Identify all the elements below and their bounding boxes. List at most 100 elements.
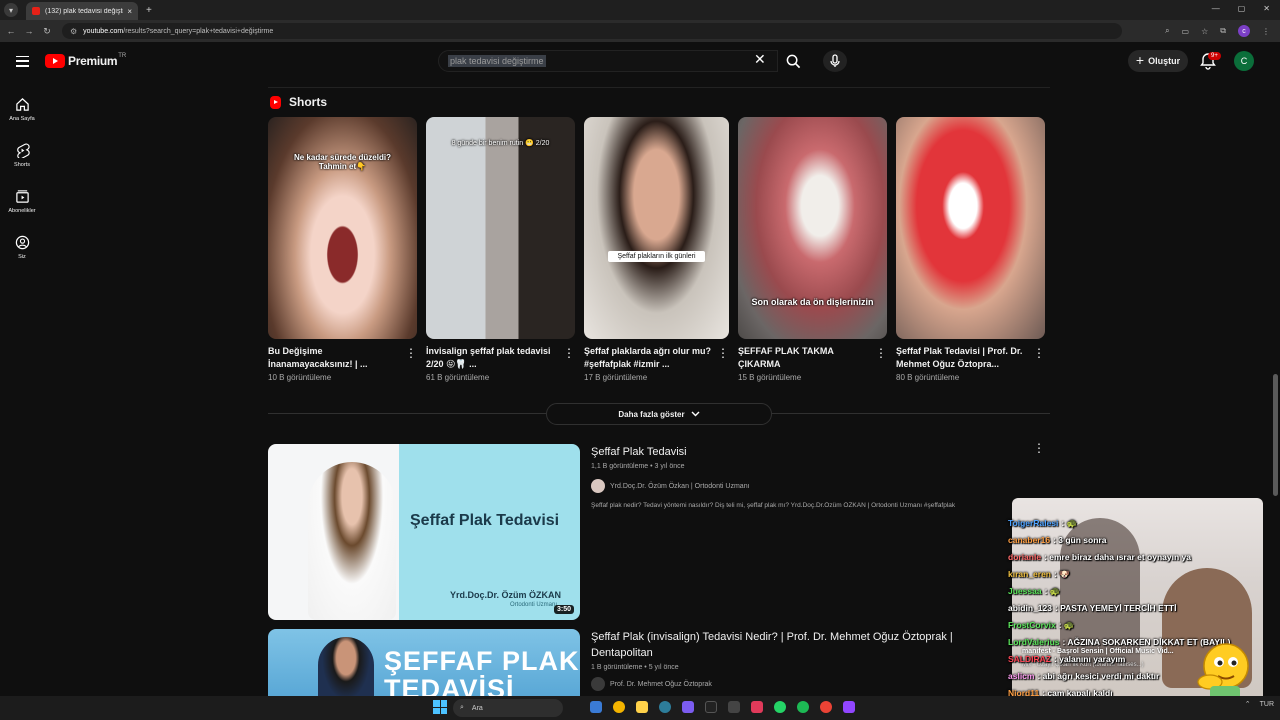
file-explorer-icon[interactable] [636, 701, 648, 713]
app-icon[interactable] [682, 701, 694, 713]
short-thumbnail[interactable]: Şeffaf plakların ilk günleri [584, 117, 729, 339]
maximize-icon[interactable]: ▢ [1238, 4, 1246, 13]
create-button[interactable]: + Oluştur [1128, 50, 1188, 72]
app-icon[interactable] [590, 701, 602, 713]
cast-icon[interactable]: ▭ [1182, 27, 1190, 36]
browser-menu-icon[interactable]: ⋮ [1262, 27, 1270, 36]
channel-name[interactable]: Yrd.Doç.Dr. Özüm Özkan | Ortodonti Uzman… [610, 483, 750, 490]
short-card[interactable]: Ne kadar sürede düzeldi? Tahmin et👇 Bu D… [268, 117, 417, 382]
short-card[interactable]: Şeffaf Plak Tedavisi | Prof. Dr. Mehmet … [896, 117, 1045, 382]
reload-icon[interactable]: ↻ [40, 26, 54, 37]
chat-text: : emre biraz daha ısrar et oynayın ya [1044, 552, 1191, 562]
short-title[interactable]: İnvisalign şeffaf plak tedavisi 2/20 😝🦷 … [426, 345, 554, 371]
search-icon [786, 54, 800, 68]
chat-username[interactable]: canaber16 [1008, 535, 1050, 545]
browser-profile-avatar[interactable]: c [1238, 25, 1250, 37]
show-more-button[interactable]: Daha fazla göster [546, 403, 772, 425]
edge-icon[interactable] [659, 701, 671, 713]
close-window-icon[interactable]: ✕ [1263, 4, 1270, 13]
short-title[interactable]: ŞEFFAF PLAK TAKMA ÇIKARMA [738, 345, 866, 371]
more-options-icon[interactable]: ⋮ [717, 347, 729, 359]
chat-message: Juessaa: 🐢 [1008, 583, 1268, 600]
channel-avatar[interactable] [591, 479, 605, 493]
app-icon[interactable] [843, 701, 855, 713]
spotify-icon[interactable] [797, 701, 809, 713]
extensions-icon[interactable]: ⧉ [1220, 26, 1226, 36]
whatsapp-icon[interactable] [774, 701, 786, 713]
video-meta: 1,1 B görüntüleme • 3 yıl önce [591, 463, 685, 470]
chat-username[interactable]: abidin_123 [1008, 603, 1052, 613]
short-caption: 8 günde bir benim rutin 😬 2/20 [451, 140, 550, 147]
video-title[interactable]: Şeffaf Plak (invisalign) Tedavisi Nedir?… [591, 629, 1011, 661]
tab-search-button[interactable]: ▾ [4, 3, 18, 17]
video-result[interactable]: ŞEFFAF PLAK TEDAVİSİ [268, 629, 580, 696]
page-scrollbar[interactable] [1273, 374, 1278, 496]
video-thumbnail[interactable]: Şeffaf Plak Tedavisi Yrd.Doç.Dr. Özüm ÖZ… [268, 444, 580, 620]
short-title[interactable]: Bu Değişime İnanamayacaksınız! | ... [268, 345, 396, 371]
more-options-icon[interactable]: ⋮ [1033, 442, 1045, 454]
app-icon[interactable] [820, 701, 832, 713]
sidebar-item-shorts[interactable]: Shorts [0, 132, 44, 178]
windows-start-icon[interactable] [433, 700, 447, 714]
sidebar-item-home[interactable]: Ana Sayfa [0, 86, 44, 132]
url-field[interactable]: ⚙ youtube.com /results?search_query=plak… [62, 23, 1122, 39]
chat-username[interactable]: SALDIRAZ [1008, 654, 1051, 664]
system-tray: ⌃ TUR [1245, 700, 1274, 709]
channel-row[interactable]: Prof. Dr. Mehmet Oğuz Öztoprak [591, 677, 1011, 691]
taskbar-search-input[interactable]: ⌕ Ara [453, 699, 563, 717]
short-thumbnail[interactable]: Ne kadar sürede düzeldi? Tahmin et👇 [268, 117, 417, 339]
youtube-premium-logo[interactable]: Premium TR [45, 53, 126, 68]
video-thumbnail[interactable]: ŞEFFAF PLAK TEDAVİSİ [268, 629, 580, 696]
search-input[interactable]: plak tedavisi değiştirme [438, 50, 778, 72]
video-title[interactable]: Şeffaf Plak Tedavisi [591, 444, 1031, 460]
tray-chevron-icon[interactable]: ⌃ [1245, 700, 1251, 708]
short-thumbnail[interactable]: Son olarak da ön dişlerinizin [738, 117, 887, 339]
zoom-icon[interactable]: ⌕ [1165, 26, 1169, 36]
video-result[interactable]: Şeffaf Plak Tedavisi Yrd.Doç.Dr. Özüm ÖZ… [268, 444, 580, 620]
more-options-icon[interactable]: ⋮ [1033, 347, 1045, 359]
chat-username[interactable]: FrostCorvix [1008, 620, 1056, 630]
channel-row[interactable]: Yrd.Doç.Dr. Özüm Özkan | Ortodonti Uzman… [591, 479, 1031, 493]
more-options-icon[interactable]: ⋮ [563, 347, 575, 359]
short-title[interactable]: Şeffaf plaklarda ağrı olur mu? #şeffafpl… [584, 345, 712, 371]
site-info-icon[interactable]: ⚙ [70, 27, 77, 36]
short-thumbnail[interactable] [896, 117, 1045, 339]
chat-username[interactable]: ToigerRalesi [1008, 518, 1058, 528]
more-options-icon[interactable]: ⋮ [875, 347, 887, 359]
short-thumbnail[interactable]: 8 günde bir benim rutin 😬 2/20 [426, 117, 575, 339]
chat-text: : 🐢 [1044, 586, 1061, 596]
back-icon[interactable]: ← [4, 26, 18, 36]
chat-username[interactable]: aslicm [1008, 671, 1034, 681]
minimize-icon[interactable]: — [1212, 4, 1220, 13]
short-card[interactable]: 8 günde bir benim rutin 😬 2/20 İnvisalig… [426, 117, 575, 382]
short-card[interactable]: Son olarak da ön dişlerinizin ŞEFFAF PLA… [738, 117, 887, 382]
thinking-emoji-sticker-icon [1197, 643, 1249, 700]
chrome-icon[interactable] [613, 701, 625, 713]
sidebar-item-subscriptions[interactable]: Abonelikler [0, 178, 44, 224]
browser-tab-active[interactable]: (132) plak tedavisi değiştirme × [26, 2, 138, 20]
search-clear-icon[interactable]: ✕ [754, 51, 766, 68]
app-icon[interactable] [751, 701, 763, 713]
language-indicator[interactable]: TUR [1260, 701, 1274, 708]
app-icon[interactable] [728, 701, 740, 713]
tab-close-icon[interactable]: × [127, 7, 132, 16]
chat-username[interactable]: dorianle [1008, 552, 1041, 562]
section-divider [268, 87, 1050, 88]
chat-username[interactable]: Juessaa [1008, 586, 1042, 596]
chat-username[interactable]: LordValerius [1008, 637, 1060, 647]
voice-search-button[interactable] [823, 50, 847, 72]
more-options-icon[interactable]: ⋮ [405, 347, 417, 359]
search-button[interactable] [780, 50, 806, 72]
chat-username[interactable]: kıran_eren [1008, 569, 1051, 579]
account-avatar[interactable]: C [1234, 51, 1254, 71]
short-card[interactable]: Şeffaf plakların ilk günleri Şeffaf plak… [584, 117, 729, 382]
sidebar-item-you[interactable]: Siz [0, 224, 44, 270]
bookmark-star-icon[interactable]: ☆ [1201, 27, 1208, 36]
channel-avatar[interactable] [591, 677, 605, 691]
short-title[interactable]: Şeffaf Plak Tedavisi | Prof. Dr. Mehmet … [896, 345, 1024, 371]
app-icon[interactable] [705, 701, 717, 713]
new-tab-button[interactable]: + [146, 5, 152, 16]
menu-hamburger-icon[interactable] [16, 55, 29, 67]
channel-name[interactable]: Prof. Dr. Mehmet Oğuz Öztoprak [610, 681, 712, 688]
forward-icon[interactable]: → [22, 26, 36, 36]
